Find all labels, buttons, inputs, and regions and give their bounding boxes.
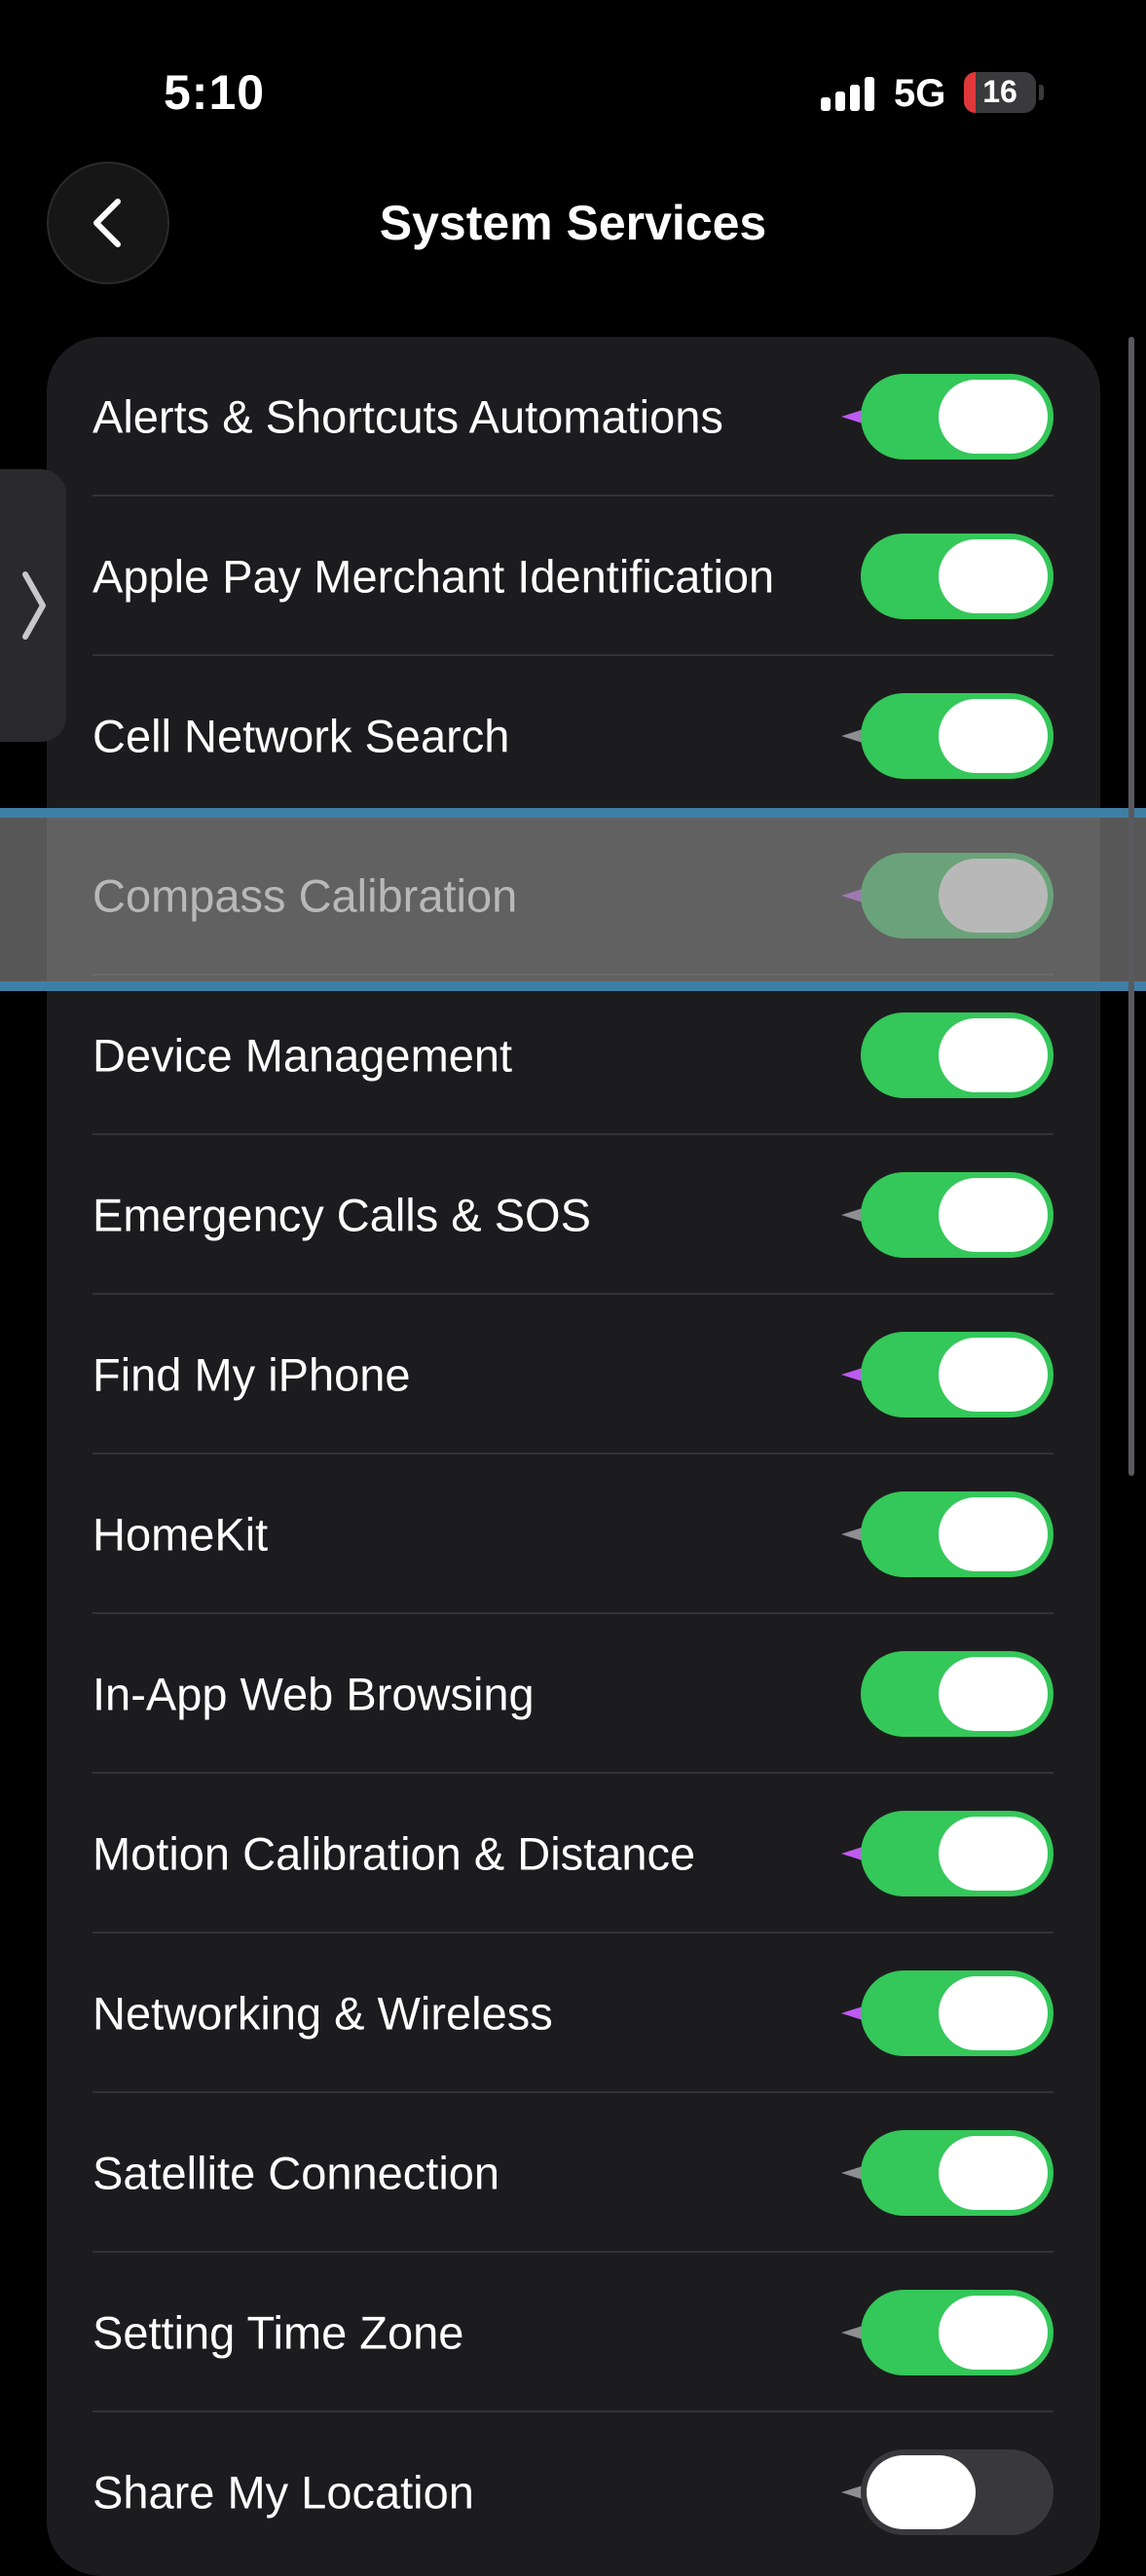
status-time: 5:10 (164, 65, 266, 120)
service-toggle[interactable] (861, 1491, 1054, 1577)
toggle-knob (939, 1976, 1048, 2050)
location-indicator-icon (841, 410, 863, 423)
service-label: Setting Time Zone (92, 2306, 464, 2359)
service-label: Alerts & Shortcuts Automations (92, 390, 723, 443)
service-toggle[interactable] (861, 853, 1054, 938)
toggle-knob (939, 2296, 1048, 2370)
toggle-knob (939, 859, 1048, 933)
service-row: Setting Time Zone (47, 2253, 1100, 2412)
chevron-right-icon (22, 571, 46, 640)
service-toggle[interactable] (861, 2449, 1054, 2535)
toggle-knob (939, 1018, 1048, 1092)
location-indicator-icon (841, 2006, 863, 2020)
service-toggle[interactable] (861, 2130, 1054, 2216)
toggle-knob (867, 2455, 976, 2529)
service-row: Device Management (47, 975, 1100, 1135)
service-row: In-App Web Browsing (47, 1614, 1100, 1774)
side-drawer-tab[interactable] (0, 469, 66, 742)
location-indicator-icon (841, 1847, 863, 1860)
service-label: Emergency Calls & SOS (92, 1189, 591, 1241)
battery-level: 16 (982, 74, 1017, 109)
toggle-knob (939, 699, 1048, 773)
toggle-knob (939, 539, 1048, 613)
location-indicator-icon (841, 2326, 863, 2339)
service-row: Alerts & Shortcuts Automations (47, 337, 1100, 497)
service-row: Cell Network Search (47, 656, 1100, 816)
location-indicator-icon (841, 1527, 863, 1541)
battery-icon: 16 (964, 72, 1036, 113)
page-title: System Services (379, 196, 767, 250)
location-indicator-icon (841, 889, 863, 902)
location-indicator-icon (841, 1368, 863, 1381)
service-label: HomeKit (92, 1508, 269, 1561)
service-label: Share My Location (92, 2466, 474, 2519)
location-indicator-icon (841, 2485, 863, 2499)
service-toggle[interactable] (861, 2290, 1054, 2375)
service-label: Networking & Wireless (92, 1987, 553, 2040)
network-type: 5G (894, 72, 946, 115)
location-indicator-icon (841, 1208, 863, 1222)
service-label: Find My iPhone (92, 1348, 411, 1401)
scrollbar[interactable] (1128, 337, 1134, 1476)
service-toggle[interactable] (861, 1970, 1054, 2056)
service-label: Satellite Connection (92, 2147, 500, 2199)
service-row: Satellite Connection (47, 2093, 1100, 2253)
service-toggle[interactable] (861, 534, 1054, 619)
toggle-knob (939, 1817, 1048, 1891)
service-label: Motion Calibration & Distance (92, 1827, 696, 1880)
service-row: HomeKit (47, 1454, 1100, 1614)
service-toggle[interactable] (861, 1332, 1054, 1417)
service-row: Networking & Wireless (47, 1933, 1100, 2093)
location-indicator-icon (841, 2166, 863, 2180)
battery-cap (1039, 85, 1044, 100)
service-label: Device Management (92, 1029, 513, 1082)
toggle-knob (939, 2136, 1048, 2210)
service-row: Emergency Calls & SOS (47, 1135, 1100, 1295)
toggle-knob (939, 1338, 1048, 1412)
cellular-signal-icon (821, 76, 875, 111)
service-label: In-App Web Browsing (92, 1668, 535, 1720)
service-toggle[interactable] (861, 1172, 1054, 1258)
service-row: Motion Calibration & Distance (47, 1774, 1100, 1933)
service-toggle[interactable] (861, 693, 1054, 779)
location-indicator-icon (841, 729, 863, 743)
service-row: Find My iPhone (47, 1295, 1100, 1454)
service-row: Compass Calibration (47, 816, 1100, 975)
service-label: Compass Calibration (92, 869, 518, 922)
toggle-knob (939, 1657, 1048, 1731)
service-toggle[interactable] (861, 374, 1054, 460)
service-row: Apple Pay Merchant Identification (47, 497, 1100, 656)
service-toggle[interactable] (861, 1811, 1054, 1896)
service-toggle[interactable] (861, 1651, 1054, 1737)
toggle-knob (939, 1178, 1048, 1252)
toggle-knob (939, 1497, 1048, 1571)
service-label: Apple Pay Merchant Identification (92, 550, 775, 603)
service-toggle[interactable] (861, 1012, 1054, 1098)
service-row: Share My Location (47, 2412, 1100, 2572)
toggle-knob (939, 380, 1048, 454)
service-label: Cell Network Search (92, 710, 510, 762)
